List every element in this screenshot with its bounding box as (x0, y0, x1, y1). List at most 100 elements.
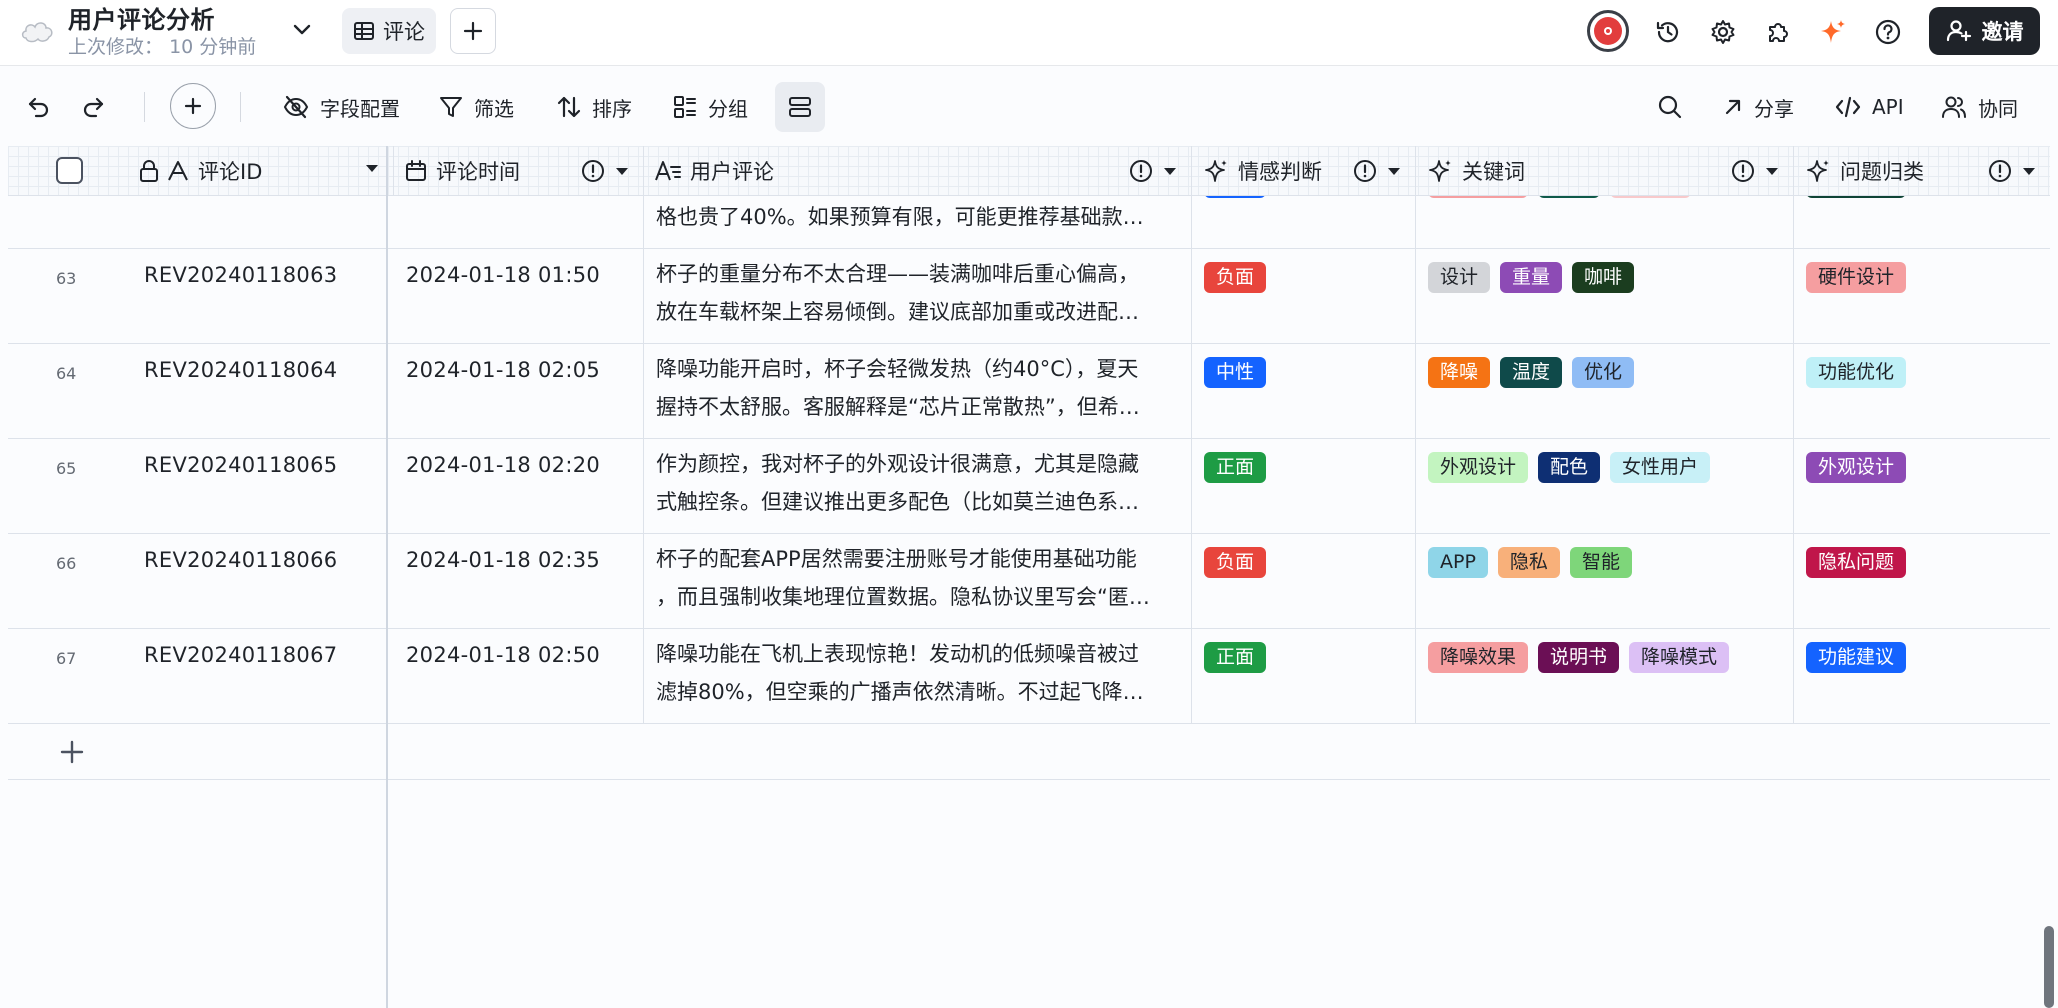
info-icon[interactable] (1353, 159, 1377, 183)
plus-icon[interactable] (58, 738, 86, 766)
group-button[interactable]: 分组 (672, 83, 748, 131)
redo-button[interactable] (80, 83, 106, 131)
review-time-cell[interactable]: 2024-01-18 02:05 (394, 344, 644, 439)
base-title-block[interactable]: 用户评论分析 上次修改： 10 分钟前 (68, 4, 256, 58)
keyword-tag[interactable]: 说明书 (1538, 642, 1620, 673)
keyword-tag[interactable]: 智能 (1569, 547, 1632, 578)
keywords-cell[interactable]: 设计 重量 咖啡 (1416, 249, 1794, 344)
sentiment-tag[interactable]: 负面 (1204, 547, 1267, 578)
review-comment-cell[interactable]: 降噪功能在飞机上表现惊艳！发动机的低频噪音被过 滤掉80%，但空乘的广播声依然清晰… (644, 629, 1192, 724)
column-header-category[interactable]: 问题归类 (1794, 146, 2050, 196)
sentiment-cell[interactable]: 中性 (1192, 344, 1416, 439)
review-time-cell[interactable]: 2024-01-18 02:35 (394, 534, 644, 629)
keyword-tag[interactable]: 外观设计 (1428, 452, 1529, 483)
base-title[interactable]: 用户评论分析 (68, 4, 256, 36)
share-button[interactable]: 分享 (1722, 83, 1794, 131)
sentiment-tag[interactable]: 负面 (1204, 262, 1267, 293)
keyword-tag[interactable]: 女性用户 (1610, 452, 1711, 483)
keyword-tag[interactable]: 降噪模式 (1629, 642, 1730, 673)
review-comment-cell[interactable]: 作为颜控，我对杯子的外观设计很满意，尤其是隐藏 式触控条。但建议推出更多配色（比如… (644, 439, 1192, 534)
keywords-cell[interactable]: APP 隐私 智能 (1416, 534, 1794, 629)
keywords-cell[interactable]: 降噪 温度 优化 (1416, 344, 1794, 439)
keyword-tag[interactable]: 降噪效果 (1428, 642, 1529, 673)
review-id-cell[interactable]: REV20240118065 (144, 453, 337, 477)
review-id-cell[interactable]: REV20240118063 (144, 263, 337, 287)
keyword-tag[interactable]: 隐私 (1497, 547, 1560, 578)
keyword-tag[interactable]: 咖啡 (1572, 262, 1635, 293)
column-header-sentiment[interactable]: 情感判断 (1192, 146, 1416, 196)
keyword-tag[interactable]: 降噪 (1428, 357, 1491, 388)
info-icon[interactable] (581, 159, 605, 183)
column-header-time[interactable]: 评论时间 (394, 146, 644, 196)
row-height-button[interactable] (775, 82, 825, 132)
column-header-keywords[interactable]: 关键词 (1416, 146, 1794, 196)
history-icon[interactable] (1650, 14, 1686, 50)
review-id-cell[interactable]: REV20240118066 (144, 548, 337, 572)
sentiment-tag[interactable]: 正面 (1204, 642, 1267, 673)
undo-button[interactable] (26, 83, 52, 131)
category-tag[interactable]: 外观设计 (1806, 452, 1907, 483)
keywords-cell[interactable]: 外观设计 配色 女性用户 (1416, 439, 1794, 534)
search-button[interactable] (1656, 83, 1684, 131)
category-tag[interactable]: 硬件设计 (1806, 262, 1907, 293)
review-time-cell[interactable]: 2024-01-18 02:50 (394, 629, 644, 724)
info-icon[interactable] (1731, 159, 1755, 183)
category-cell[interactable]: 隐私问题 (1794, 534, 2050, 629)
add-record-button[interactable] (170, 83, 216, 129)
caret-down-icon[interactable] (363, 159, 381, 177)
ai-sparkle-icon[interactable] (1815, 14, 1851, 50)
category-cell[interactable]: 硬件设计 (1794, 249, 2050, 344)
category-cell[interactable]: 功能优化 (1794, 344, 2050, 439)
caret-down-icon[interactable] (613, 162, 631, 180)
caret-down-icon[interactable] (1385, 162, 1403, 180)
review-id-cell[interactable]: REV20240118064 (144, 358, 337, 382)
sentiment-cell[interactable]: 正面 (1192, 629, 1416, 724)
select-all-checkbox[interactable] (56, 157, 83, 184)
category-tag[interactable]: 隐私问题 (1806, 547, 1907, 578)
sentiment-cell[interactable]: 负面 (1192, 534, 1416, 629)
settings-icon[interactable] (1705, 14, 1741, 50)
vertical-scrollbar[interactable] (2044, 926, 2054, 1008)
sort-button[interactable]: 排序 (556, 83, 632, 131)
caret-down-icon[interactable] (1161, 162, 1179, 180)
sentiment-cell[interactable]: 正面 (1192, 439, 1416, 534)
info-icon[interactable] (1988, 159, 2012, 183)
add-row-bar[interactable] (8, 724, 2050, 780)
field-config-button[interactable]: 字段配置 (282, 83, 400, 131)
review-time-cell[interactable]: 2024-01-18 02:20 (394, 439, 644, 534)
keyword-tag[interactable]: 设计 (1428, 262, 1491, 293)
extension-icon[interactable] (1760, 14, 1796, 50)
help-icon[interactable] (1870, 14, 1906, 50)
collaborate-button[interactable]: 协同 (1940, 83, 2018, 131)
column-header-comment[interactable]: 用户评论 (644, 146, 1192, 196)
keyword-tag[interactable]: 配色 (1538, 452, 1601, 483)
add-view-button[interactable] (450, 8, 496, 54)
review-comment-cell[interactable]: 杯子的配套APP居然需要注册账号才能使用基础功能 ，而且强制收集地理位置数据。隐私… (644, 534, 1192, 629)
filter-button[interactable]: 筛选 (438, 83, 514, 131)
invite-button[interactable]: 邀请 (1929, 7, 2040, 55)
category-tag[interactable]: 功能优化 (1806, 357, 1907, 388)
review-time-cell[interactable]: 2024-01-18 01:50 (394, 249, 644, 344)
sentiment-tag[interactable]: 正面 (1204, 452, 1267, 483)
keywords-cell[interactable]: 降噪效果 说明书 降噪模式 (1416, 629, 1794, 724)
keyword-tag[interactable]: 温度 (1500, 357, 1563, 388)
tab-comments[interactable]: 评论 (342, 8, 436, 54)
keyword-tag[interactable]: 优化 (1572, 357, 1635, 388)
review-comment-cell[interactable]: 杯子的重量分布不太合理——装满咖啡后重心偏高， 放在车载杯架上容易倾倒。建议底部加… (644, 249, 1192, 344)
caret-down-icon[interactable] (1763, 162, 1781, 180)
sentiment-tag[interactable]: 中性 (1204, 357, 1267, 388)
frozen-column-divider[interactable] (386, 146, 388, 1008)
sentiment-cell[interactable]: 负面 (1192, 249, 1416, 344)
category-cell[interactable]: 外观设计 (1794, 439, 2050, 534)
api-button[interactable]: API (1834, 83, 1904, 131)
review-comment-cell[interactable]: 降噪功能开启时，杯子会轻微发热（约40°C），夏天 握持不太舒服。客服解释是“芯片… (644, 344, 1192, 439)
category-tag[interactable]: 功能建议 (1806, 642, 1907, 673)
keyword-tag[interactable]: APP (1428, 547, 1488, 578)
chevron-down-icon[interactable] (288, 16, 316, 44)
column-header-id[interactable]: 评论ID (138, 146, 394, 196)
avatar[interactable] (1587, 10, 1629, 52)
info-icon[interactable] (1129, 159, 1153, 183)
category-cell[interactable]: 功能建议 (1794, 629, 2050, 724)
review-id-cell[interactable]: REV20240118067 (144, 643, 337, 667)
caret-down-icon[interactable] (2020, 162, 2038, 180)
